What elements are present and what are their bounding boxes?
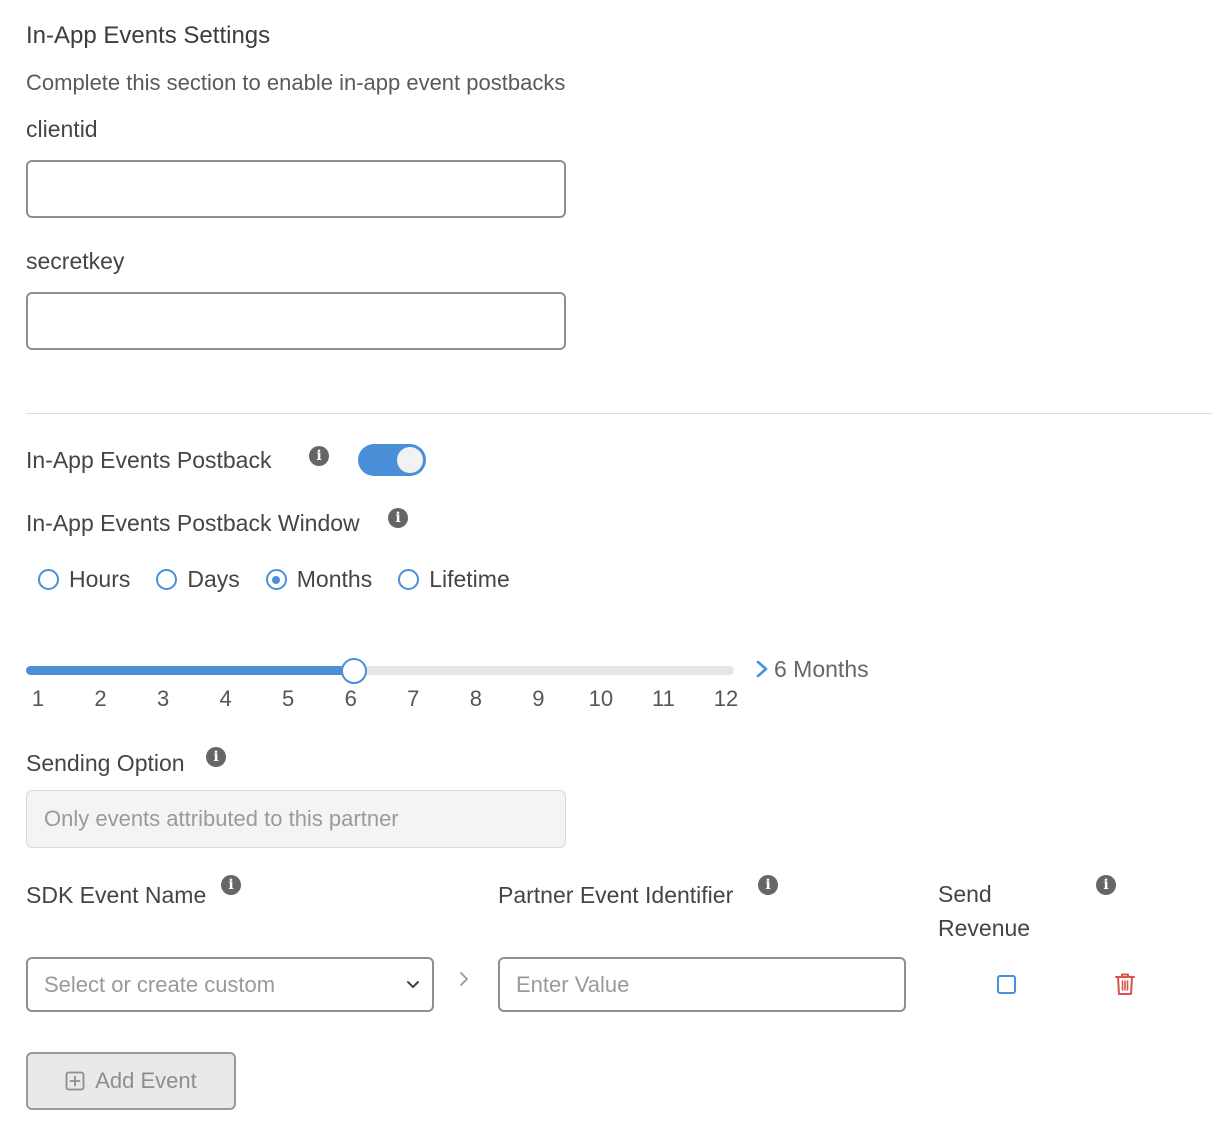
info-icon[interactable]: i (206, 747, 226, 767)
info-icon[interactable]: i (758, 875, 778, 895)
postback-window-label: In-App Events Postback Window (26, 510, 360, 536)
radio-button[interactable] (156, 569, 178, 590)
send-revenue-checkbox[interactable] (997, 975, 1016, 994)
sdk-event-select[interactable]: Select or create custom (26, 957, 434, 1012)
slider-tick-label: 1 (31, 686, 45, 711)
clientid-input[interactable] (26, 160, 566, 218)
radio-label: Lifetime (429, 566, 510, 592)
chevron-right-icon (458, 970, 470, 993)
slider-tick-label: 4 (219, 686, 232, 711)
radio-lifetime[interactable]: Lifetime (398, 566, 510, 593)
slider-tick-label: 7 (407, 686, 420, 711)
postback-toggle[interactable] (358, 444, 426, 476)
postback-window-slider[interactable] (26, 658, 734, 684)
sending-option-label: Sending Option (26, 750, 185, 776)
window-radio-group: Hours Days Months Lifetime (38, 566, 536, 593)
sdk-event-column-header: SDK Event Name (26, 882, 207, 908)
postback-toggle-label: In-App Events Postback (26, 447, 272, 473)
trash-icon[interactable] (1114, 972, 1136, 1001)
slider-value-text: 6 Months (774, 656, 869, 682)
toggle-knob (397, 447, 423, 473)
add-event-label: Add Event (95, 1068, 197, 1093)
radio-label: Hours (69, 566, 131, 592)
chevron-down-icon (406, 977, 420, 995)
radio-button-selected[interactable] (265, 569, 287, 590)
info-icon[interactable]: i (221, 875, 241, 895)
plus-square-icon (65, 1071, 85, 1091)
slider-tick-label: 6 (344, 686, 357, 711)
info-icon[interactable]: i (309, 446, 329, 466)
radio-button[interactable] (398, 569, 420, 590)
slider-tick-label: 11 (652, 686, 675, 711)
slider-tick-label: 9 (532, 686, 545, 711)
partner-event-column-header: Partner Event Identifier (498, 882, 734, 908)
send-revenue-column-header: Send Revenue (938, 881, 1031, 941)
radio-label: Days (187, 566, 240, 592)
slider-tick-label: 10 (588, 686, 614, 711)
slider-fill (26, 666, 354, 675)
section-title: In-App Events Settings (26, 22, 271, 49)
secretkey-label: secretkey (26, 248, 125, 274)
slider-tick-label: 5 (282, 686, 295, 711)
radio-days[interactable]: Days (156, 566, 240, 593)
info-icon[interactable]: i (388, 508, 408, 528)
slider-tick-label: 8 (469, 686, 482, 711)
clientid-label: clientid (26, 116, 98, 142)
partner-event-input[interactable] (498, 957, 906, 1012)
section-divider (26, 413, 1212, 414)
section-subtitle: Complete this section to enable in-app e… (26, 70, 566, 95)
radio-months[interactable]: Months (265, 566, 373, 593)
info-icon[interactable]: i (1096, 875, 1116, 895)
slider-tick-label: 2 (94, 686, 107, 711)
chevron-right-icon (756, 654, 768, 685)
secretkey-input[interactable] (26, 292, 566, 350)
slider-value-display: 6 Months (756, 654, 869, 685)
slider-tick-label: 12 (713, 686, 739, 711)
sdk-event-placeholder: Select or create custom (44, 972, 276, 997)
radio-button[interactable] (38, 569, 59, 590)
sending-option-field: Only events attributed to this partner (26, 790, 566, 848)
slider-tick-label: 3 (156, 686, 170, 711)
radio-hours[interactable]: Hours (38, 566, 130, 593)
radio-label: Months (296, 566, 373, 592)
add-event-button[interactable]: Add Event (26, 1052, 236, 1110)
slider-thumb[interactable] (340, 658, 367, 684)
